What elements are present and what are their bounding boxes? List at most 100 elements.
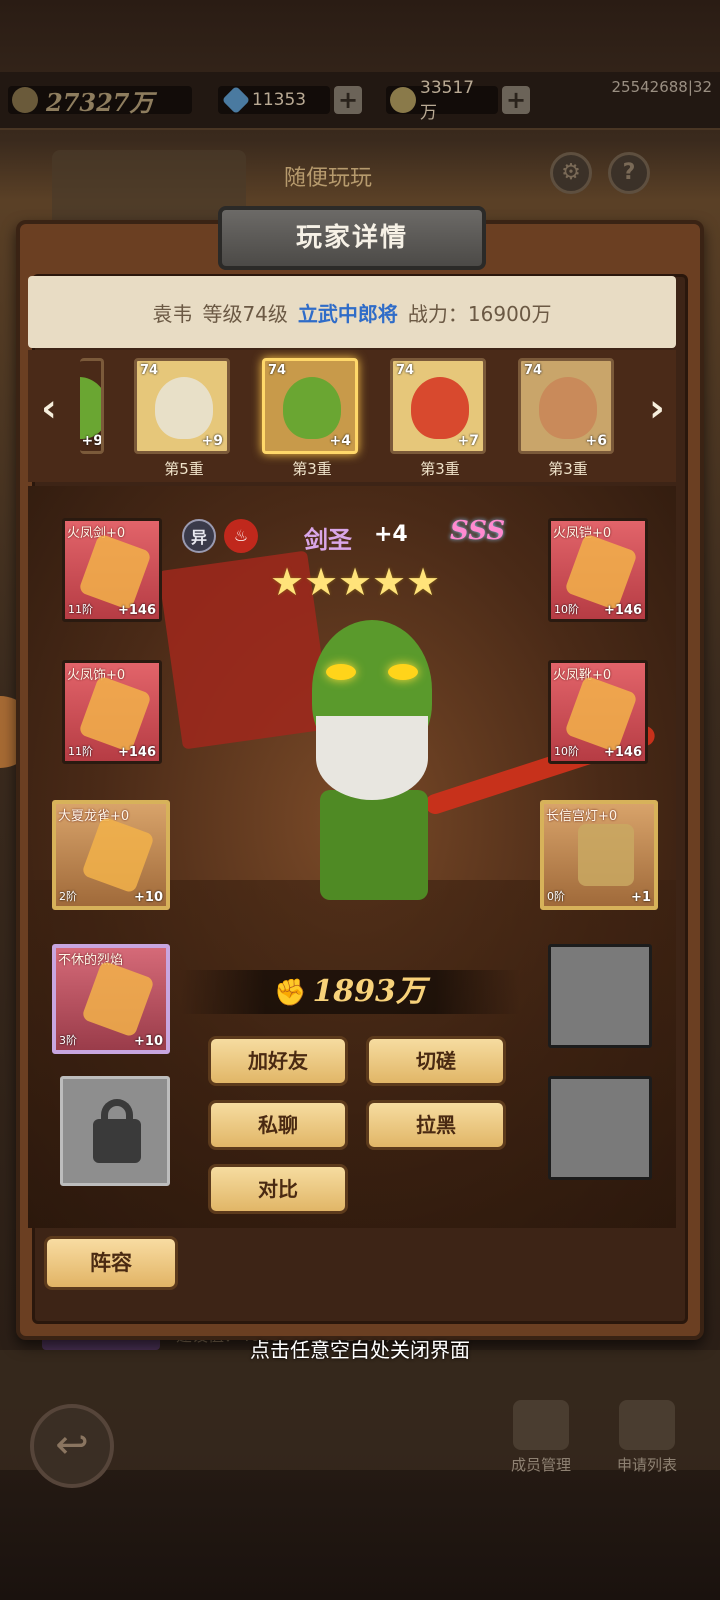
hero-plus: +9 (201, 433, 223, 449)
back-arrow-icon[interactable]: ↩ (30, 1404, 114, 1488)
hero-plus-level: +4 (374, 522, 408, 547)
hero-beard (316, 716, 428, 800)
chevron-left-icon[interactable]: ‹ (32, 388, 66, 428)
hero-card[interactable]: 74 +7 (390, 358, 486, 454)
help-button[interactable]: ? (608, 152, 650, 194)
gem-resource: 11353 (218, 84, 330, 116)
lamp-icon (578, 824, 634, 886)
chevron-right-icon[interactable]: › (640, 388, 674, 428)
grade-badge: SSS (450, 516, 506, 546)
hero-rank: 第3重 (420, 460, 460, 478)
equip-slot-boots[interactable]: 火凤靴+0 10阶 +146 (548, 660, 648, 764)
block-button[interactable]: 拉黑 (366, 1100, 506, 1150)
boots-icon (564, 675, 638, 753)
equip-slot-locked[interactable] (60, 1076, 170, 1186)
spar-button[interactable]: 切磋 (366, 1036, 506, 1086)
equip-bonus: +146 (603, 745, 642, 760)
gear-icon[interactable]: ⚙ (550, 152, 592, 194)
fire-icon: ♨ (224, 519, 258, 553)
armor-icon (564, 533, 638, 611)
hero-rank: 第5重 (164, 460, 204, 478)
sword-icon (78, 533, 152, 611)
guild-emblem (52, 150, 246, 230)
members-icon (513, 1400, 569, 1450)
hero-level: 74 (140, 363, 159, 378)
member-manage-button[interactable]: 成员管理 (496, 1400, 586, 1475)
fist-icon: ✊ (274, 978, 307, 1008)
add-friend-button[interactable]: 加好友 (208, 1036, 348, 1086)
hero-card-selected[interactable]: 74 +4 (262, 358, 358, 454)
player-rank: 立武中郎将 (297, 301, 398, 326)
hero-plus: +9 (81, 433, 103, 449)
hero-level: 74 (268, 363, 287, 378)
hero-portrait (80, 377, 101, 439)
add-gems-button[interactable]: + (334, 86, 362, 114)
hero-level: 74 (524, 363, 543, 378)
panel-title: 玩家详情 (295, 223, 408, 253)
ornament-icon (78, 675, 152, 753)
hero-torso (320, 790, 428, 900)
equip-tier: 10阶 (554, 745, 579, 758)
star-icon: ★ (406, 560, 441, 604)
hero-portrait (411, 377, 469, 439)
equip-slot-treasure-lamp[interactable]: 长信宫灯+0 0阶 +1 (540, 800, 658, 910)
equip-bonus: +146 (603, 603, 642, 618)
equip-slot-treasure-weapon[interactable]: 大夏龙雀+0 2阶 +10 (52, 800, 170, 910)
player-power: 战力：16900万 (407, 301, 552, 326)
hero-rank: 第3重 (292, 460, 332, 478)
power-resource: 27327万 (8, 84, 192, 117)
hero-plus: +7 (457, 433, 479, 449)
hero-rank: 第3重 (548, 460, 588, 478)
equip-bonus: +10 (134, 890, 163, 905)
lineup-button[interactable]: 阵容 (44, 1236, 178, 1290)
hero-power: 1893万 (312, 974, 426, 1009)
equip-name: 火凤靴+0 (553, 668, 612, 683)
equip-name: 火凤饰+0 (67, 668, 126, 683)
hero-level: 74 (396, 363, 415, 378)
equip-tier: 11阶 (68, 603, 93, 616)
fist-icon (12, 87, 38, 113)
compare-button[interactable]: 对比 (208, 1164, 348, 1214)
hero-name-bar: 异 ♨ 剑圣 +4 SSS (182, 516, 532, 556)
hero-card-partial[interactable]: +9 (80, 358, 104, 454)
equip-slot-empty[interactable] (548, 1076, 652, 1180)
coin-icon (390, 87, 416, 113)
book-quill-icon (619, 1400, 675, 1450)
apply-list-label: 申请列表 (616, 1456, 677, 1474)
member-manage-label: 成员管理 (510, 1456, 571, 1474)
equip-bonus: +10 (134, 1034, 163, 1049)
equip-slot-sword[interactable]: 火凤剑+0 11阶 +146 (62, 518, 162, 622)
private-chat-button[interactable]: 私聊 (208, 1100, 348, 1150)
hero-plus: +6 (585, 433, 607, 449)
hero-card[interactable]: 74 +9 (134, 358, 230, 454)
flame-blade-icon (81, 960, 155, 1038)
equip-slot-relic[interactable]: 不休的烈焰 3阶 +10 (52, 944, 170, 1054)
star-icon: ★ (338, 560, 373, 604)
close-hint[interactable]: 点击任意空白处关闭界面 (0, 1334, 720, 1363)
hero-plus: +4 (329, 433, 351, 449)
hero-eye (388, 664, 418, 680)
panel-title-plate: 玩家详情 (218, 206, 486, 270)
hero-figure (292, 620, 462, 930)
equip-bonus: +146 (117, 603, 156, 618)
guild-name: 随便玩玩 (284, 166, 373, 191)
equip-tier: 3阶 (59, 1034, 77, 1047)
equip-slot-armor[interactable]: 火凤铠+0 10阶 +146 (548, 518, 648, 622)
star-icon: ★ (372, 560, 407, 604)
hero-power-bar: ✊ 1893万 (180, 970, 520, 1014)
hero-eye (326, 664, 356, 680)
player-level: 等级74级 (202, 301, 288, 326)
player-info-banner: 袁韦 等级74级 立武中郎将 战力：16900万 (28, 276, 676, 348)
equip-slot-empty[interactable] (548, 944, 652, 1048)
star-icon: ★ (270, 560, 305, 604)
server-id: 25542688|32 (611, 78, 713, 96)
apply-list-button[interactable]: 申请列表 (602, 1400, 692, 1475)
equip-slot-ornament[interactable]: 火凤饰+0 11阶 +146 (62, 660, 162, 764)
equip-tier: 0阶 (547, 890, 565, 903)
equip-bonus: +146 (117, 745, 156, 760)
hero-card[interactable]: 74 +6 (518, 358, 614, 454)
equip-tier: 2阶 (59, 890, 77, 903)
equip-name: 大夏龙雀+0 (58, 809, 130, 824)
player-name: 袁韦 (152, 301, 193, 326)
add-gold-button[interactable]: + (502, 86, 530, 114)
